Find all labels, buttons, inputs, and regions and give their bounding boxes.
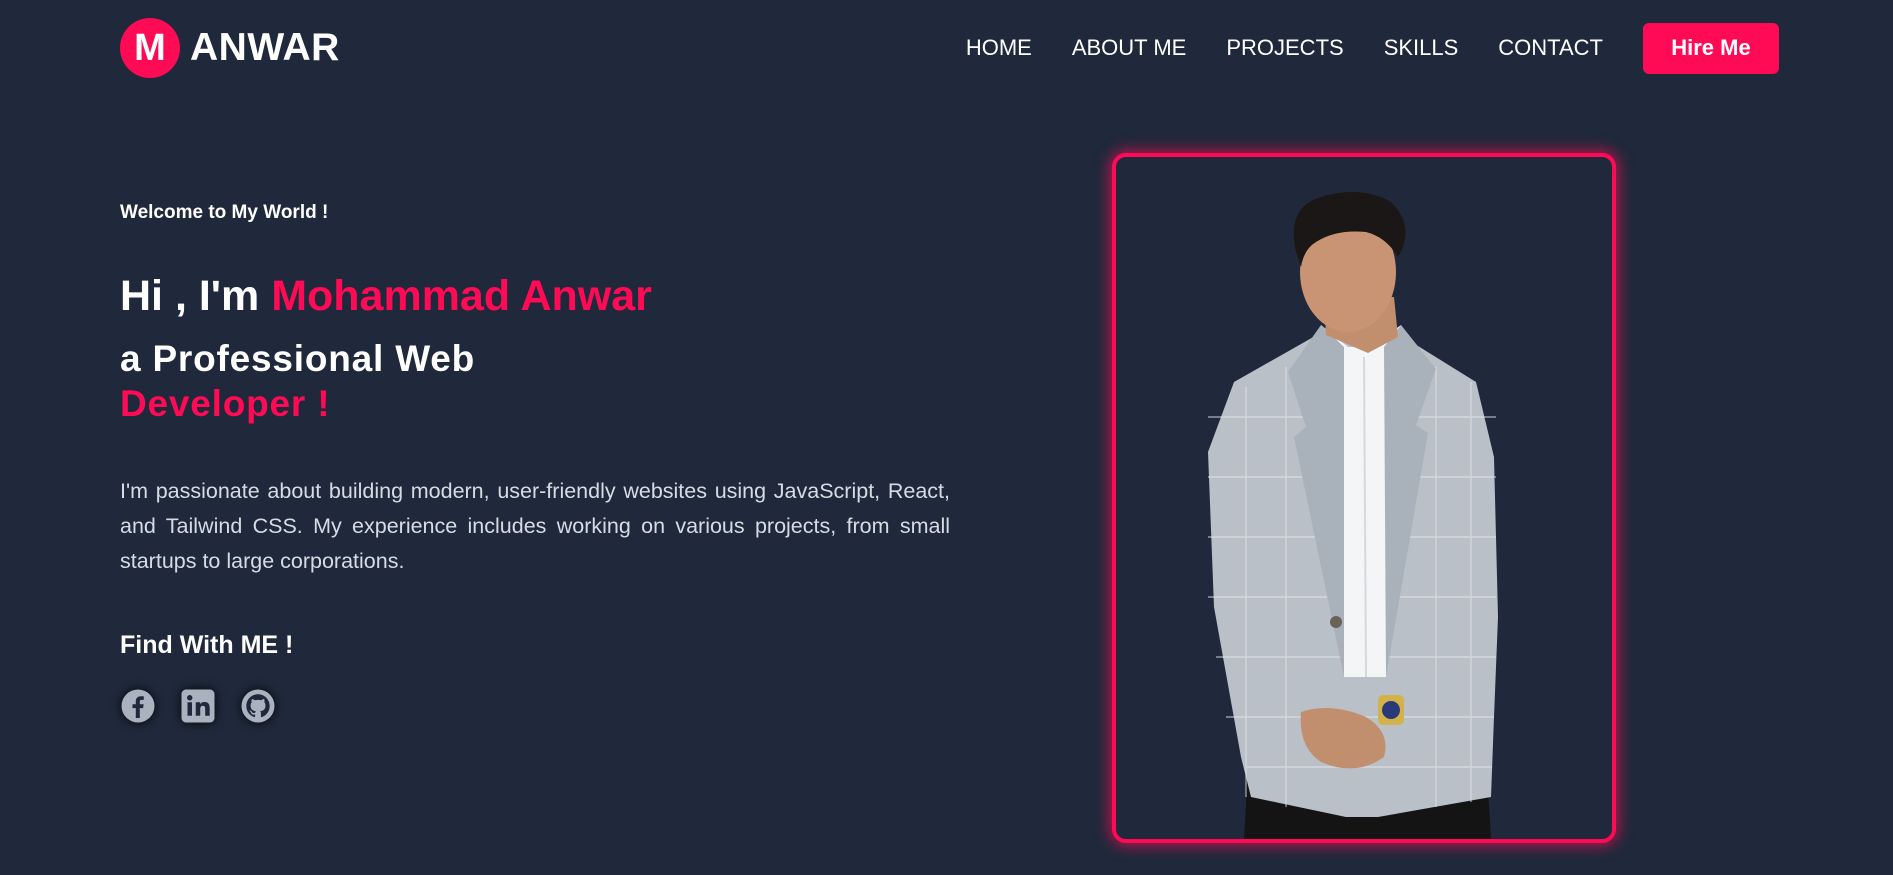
profile-photo-frame	[1112, 153, 1616, 843]
hero-description: I'm passionate about building modern, us…	[120, 479, 950, 573]
portfolio-page: M ANWAR HOME ABOUT ME PROJECTS SKILLS CO…	[0, 0, 1893, 875]
site-header: M ANWAR HOME ABOUT ME PROJECTS SKILLS CO…	[0, 0, 1893, 100]
logo-badge: M	[120, 18, 180, 78]
linkedin-icon[interactable]	[180, 688, 216, 724]
find-with-me-title: Find With ME !	[120, 631, 294, 659]
greeting-text: Hi , I'm	[120, 272, 272, 320]
role-line-1: a Professional Web	[120, 338, 476, 379]
role-line-2: Developer !	[120, 383, 331, 424]
hero-name: Mohammad Anwar	[271, 272, 652, 320]
facebook-icon[interactable]	[120, 688, 156, 724]
welcome-text: Welcome to My World !	[120, 202, 329, 223]
nav-skills[interactable]: SKILLS	[1384, 35, 1459, 61]
logo[interactable]: M ANWAR	[120, 18, 340, 78]
hero-role: a Professional Web Developer !	[120, 336, 475, 426]
github-icon[interactable]	[240, 688, 276, 724]
main-nav: HOME ABOUT ME PROJECTS SKILLS CONTACT Hi…	[966, 22, 1893, 74]
social-links	[120, 688, 300, 724]
nav-projects[interactable]: PROJECTS	[1226, 35, 1343, 61]
nav-contact[interactable]: CONTACT	[1498, 35, 1603, 61]
hire-me-button[interactable]: Hire Me	[1643, 22, 1779, 74]
nav-home[interactable]: HOME	[966, 35, 1032, 61]
profile-photo	[1208, 192, 1498, 839]
nav-about-me[interactable]: ABOUT ME	[1072, 35, 1187, 61]
logo-text: ANWAR	[190, 26, 340, 69]
hero-heading: Hi , I'm Mohammad Anwar	[120, 270, 652, 322]
